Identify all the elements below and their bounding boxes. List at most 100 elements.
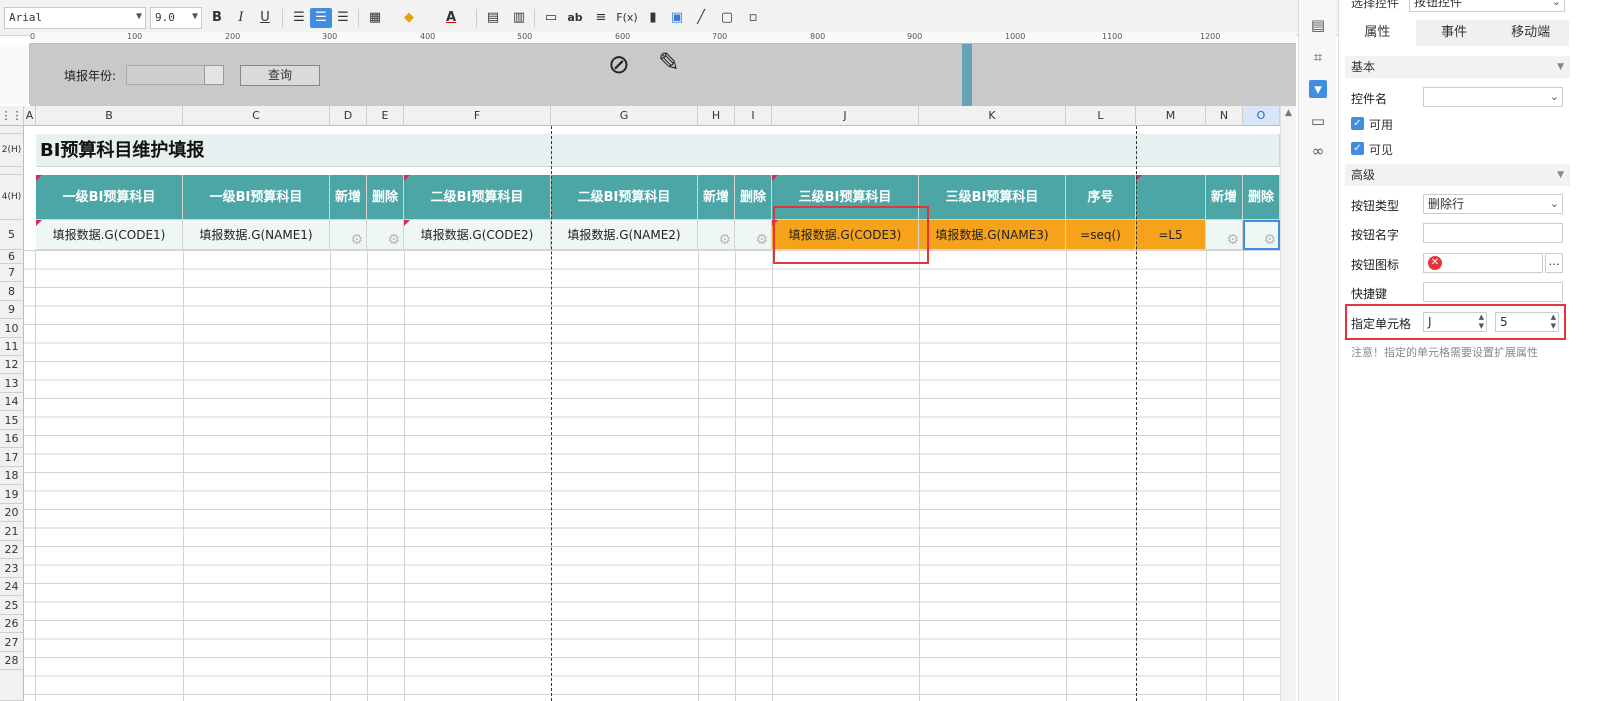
sheet-title-cell[interactable]: BI预算科目维护填报 — [36, 134, 1280, 167]
grid-corner[interactable]: ⋮⋮ — [0, 106, 24, 126]
crop-icon[interactable]: ⌗ — [1309, 48, 1327, 66]
row-header[interactable]: 23 — [0, 559, 24, 578]
column-header[interactable]: N — [1206, 106, 1243, 126]
data-cell[interactable]: 填报数据.G(NAME2) — [551, 220, 698, 250]
image-icon[interactable]: ▣ — [666, 8, 688, 28]
more-button[interactable]: … — [1545, 253, 1563, 273]
row-header[interactable]: 13 — [0, 374, 24, 393]
row-header[interactable]: 17 — [0, 448, 24, 467]
row-header[interactable]: 15 — [0, 411, 24, 430]
split-cells-icon[interactable]: ▥ — [508, 8, 530, 28]
font-family-select[interactable]: Arial ▼ — [4, 7, 146, 29]
column-header[interactable]: G — [551, 106, 698, 126]
row-header[interactable]: 11 — [0, 338, 24, 356]
header-cell[interactable]: 新增 — [330, 175, 367, 220]
row-header[interactable]: 14 — [0, 393, 24, 411]
data-cell[interactable]: 填报数据.G(NAME1) — [183, 220, 330, 250]
header-cell[interactable]: 序号 — [1066, 175, 1136, 220]
text-tool-icon[interactable]: ab — [564, 8, 586, 28]
add-row-button-cell[interactable]: ⚙ — [1206, 220, 1243, 250]
header-cell[interactable]: 二级BI预算科目 — [551, 175, 698, 220]
button-name-input[interactable] — [1423, 223, 1563, 243]
header-cell[interactable]: 三级BI预算科目 — [919, 175, 1066, 220]
column-header[interactable]: B — [36, 106, 183, 126]
row-header[interactable]: 26 — [0, 615, 24, 633]
button-type-select[interactable]: 删除行 ⌄ — [1423, 194, 1563, 214]
column-header[interactable]: I — [735, 106, 772, 126]
underline-button[interactable]: U — [254, 8, 276, 28]
data-cell-ref[interactable]: =L5 — [1136, 220, 1206, 250]
tab-events[interactable]: 事件 — [1415, 20, 1493, 46]
column-header[interactable]: H — [698, 106, 735, 126]
row-header[interactable]: 24 — [0, 578, 24, 596]
row-header[interactable]: 8 — [0, 282, 24, 301]
row-header[interactable]: 18 — [0, 467, 24, 485]
header-cell[interactable] — [1136, 175, 1206, 220]
font-color-icon[interactable]: A — [440, 8, 462, 28]
row-header[interactable]: 10 — [0, 319, 24, 338]
column-header-selected[interactable]: O — [1243, 106, 1280, 126]
row-header[interactable]: 27 — [0, 633, 24, 652]
merge-cells-icon[interactable]: ▤ — [482, 8, 504, 28]
subreport-icon[interactable]: ▢ — [716, 8, 738, 28]
column-header[interactable]: E — [367, 106, 404, 126]
column-header[interactable]: M — [1136, 106, 1206, 126]
spinner-arrows-icon[interactable]: ▲ ▼ — [1551, 313, 1556, 331]
slash-line-icon[interactable]: ╱ — [690, 8, 712, 28]
column-header[interactable]: J — [772, 106, 919, 126]
font-size-select[interactable]: 9.0 ▼ — [150, 7, 202, 29]
close-icon[interactable]: ✕ — [1428, 256, 1442, 270]
add-row-button-cell[interactable]: ⚙ — [698, 220, 735, 250]
row-header[interactable]: 28 — [0, 652, 24, 670]
row-header[interactable]: 16 — [0, 430, 24, 448]
row-header[interactable]: 7 — [0, 264, 24, 282]
scroll-up-icon[interactable]: ▲ — [1281, 106, 1296, 118]
vertical-scrollbar[interactable]: ▲ — [1280, 106, 1296, 701]
data-cell[interactable]: 填报数据.G(CODE2) — [404, 220, 551, 250]
control-name-input[interactable]: ⌄ — [1423, 87, 1563, 107]
row-header[interactable]: 25 — [0, 596, 24, 615]
bold-button[interactable]: B — [206, 8, 228, 28]
insert-row-icon[interactable]: ▭ — [540, 8, 562, 28]
tab-mobile[interactable]: 移动端 — [1492, 20, 1570, 46]
select-control-dropdown[interactable]: 按钮控件 ⌄ — [1409, 0, 1565, 12]
header-cell[interactable]: 删除 — [367, 175, 404, 220]
column-header[interactable]: C — [183, 106, 330, 126]
eye-slash-icon[interactable]: ⊘ — [608, 50, 630, 80]
target-row-spinner[interactable]: 5 ▲ ▼ — [1495, 312, 1559, 332]
header-cell[interactable]: 新增 — [698, 175, 735, 220]
column-header[interactable]: A — [24, 106, 36, 126]
row-header[interactable]: 22 — [0, 541, 24, 559]
delete-row-button-cell-selected[interactable]: ⚙ — [1243, 220, 1280, 250]
form-icon[interactable]: ▭ — [1309, 112, 1327, 130]
align-right-icon[interactable]: ☰ — [332, 8, 354, 28]
column-header[interactable]: K — [919, 106, 1066, 126]
delete-row-button-cell[interactable]: ⚙ — [735, 220, 772, 250]
header-cell[interactable]: 删除 — [735, 175, 772, 220]
year-param-input[interactable] — [126, 65, 206, 85]
tab-properties[interactable]: 属性 — [1339, 20, 1416, 46]
spinner-arrows-icon[interactable]: ▲ ▼ — [1479, 313, 1484, 331]
enabled-checkbox[interactable]: ✓ — [1351, 117, 1364, 130]
empty-grid-area[interactable] — [24, 250, 1280, 701]
formula-icon[interactable]: F(x) — [614, 8, 640, 28]
delete-row-button-cell[interactable]: ⚙ — [367, 220, 404, 250]
row-header[interactable]: 19 — [0, 485, 24, 504]
cell-properties-icon[interactable]: ▤ — [1309, 16, 1327, 34]
data-cell[interactable]: 填报数据.G(CODE1) — [36, 220, 183, 250]
header-cell[interactable]: 二级BI预算科目 — [404, 175, 551, 220]
header-cell[interactable]: 新增 — [1206, 175, 1243, 220]
row-header[interactable]: 20 — [0, 504, 24, 522]
shortcut-input[interactable] — [1423, 282, 1563, 302]
data-cell-name3[interactable]: 填报数据.G(NAME3) — [919, 220, 1066, 250]
italic-button[interactable]: I — [230, 8, 252, 28]
column-header[interactable]: D — [330, 106, 367, 126]
column-header[interactable]: F — [404, 106, 551, 126]
header-cell[interactable]: 一级BI预算科目 — [36, 175, 183, 220]
paragraph-icon[interactable]: ≡ — [590, 8, 612, 28]
row-header[interactable]: 12 — [0, 356, 24, 374]
header-cell[interactable]: 删除 — [1243, 175, 1280, 220]
target-column-spinner[interactable]: J ▲ ▼ — [1423, 312, 1487, 332]
year-dropdown-button[interactable] — [204, 65, 224, 85]
row-header[interactable]: 6 — [0, 250, 24, 264]
